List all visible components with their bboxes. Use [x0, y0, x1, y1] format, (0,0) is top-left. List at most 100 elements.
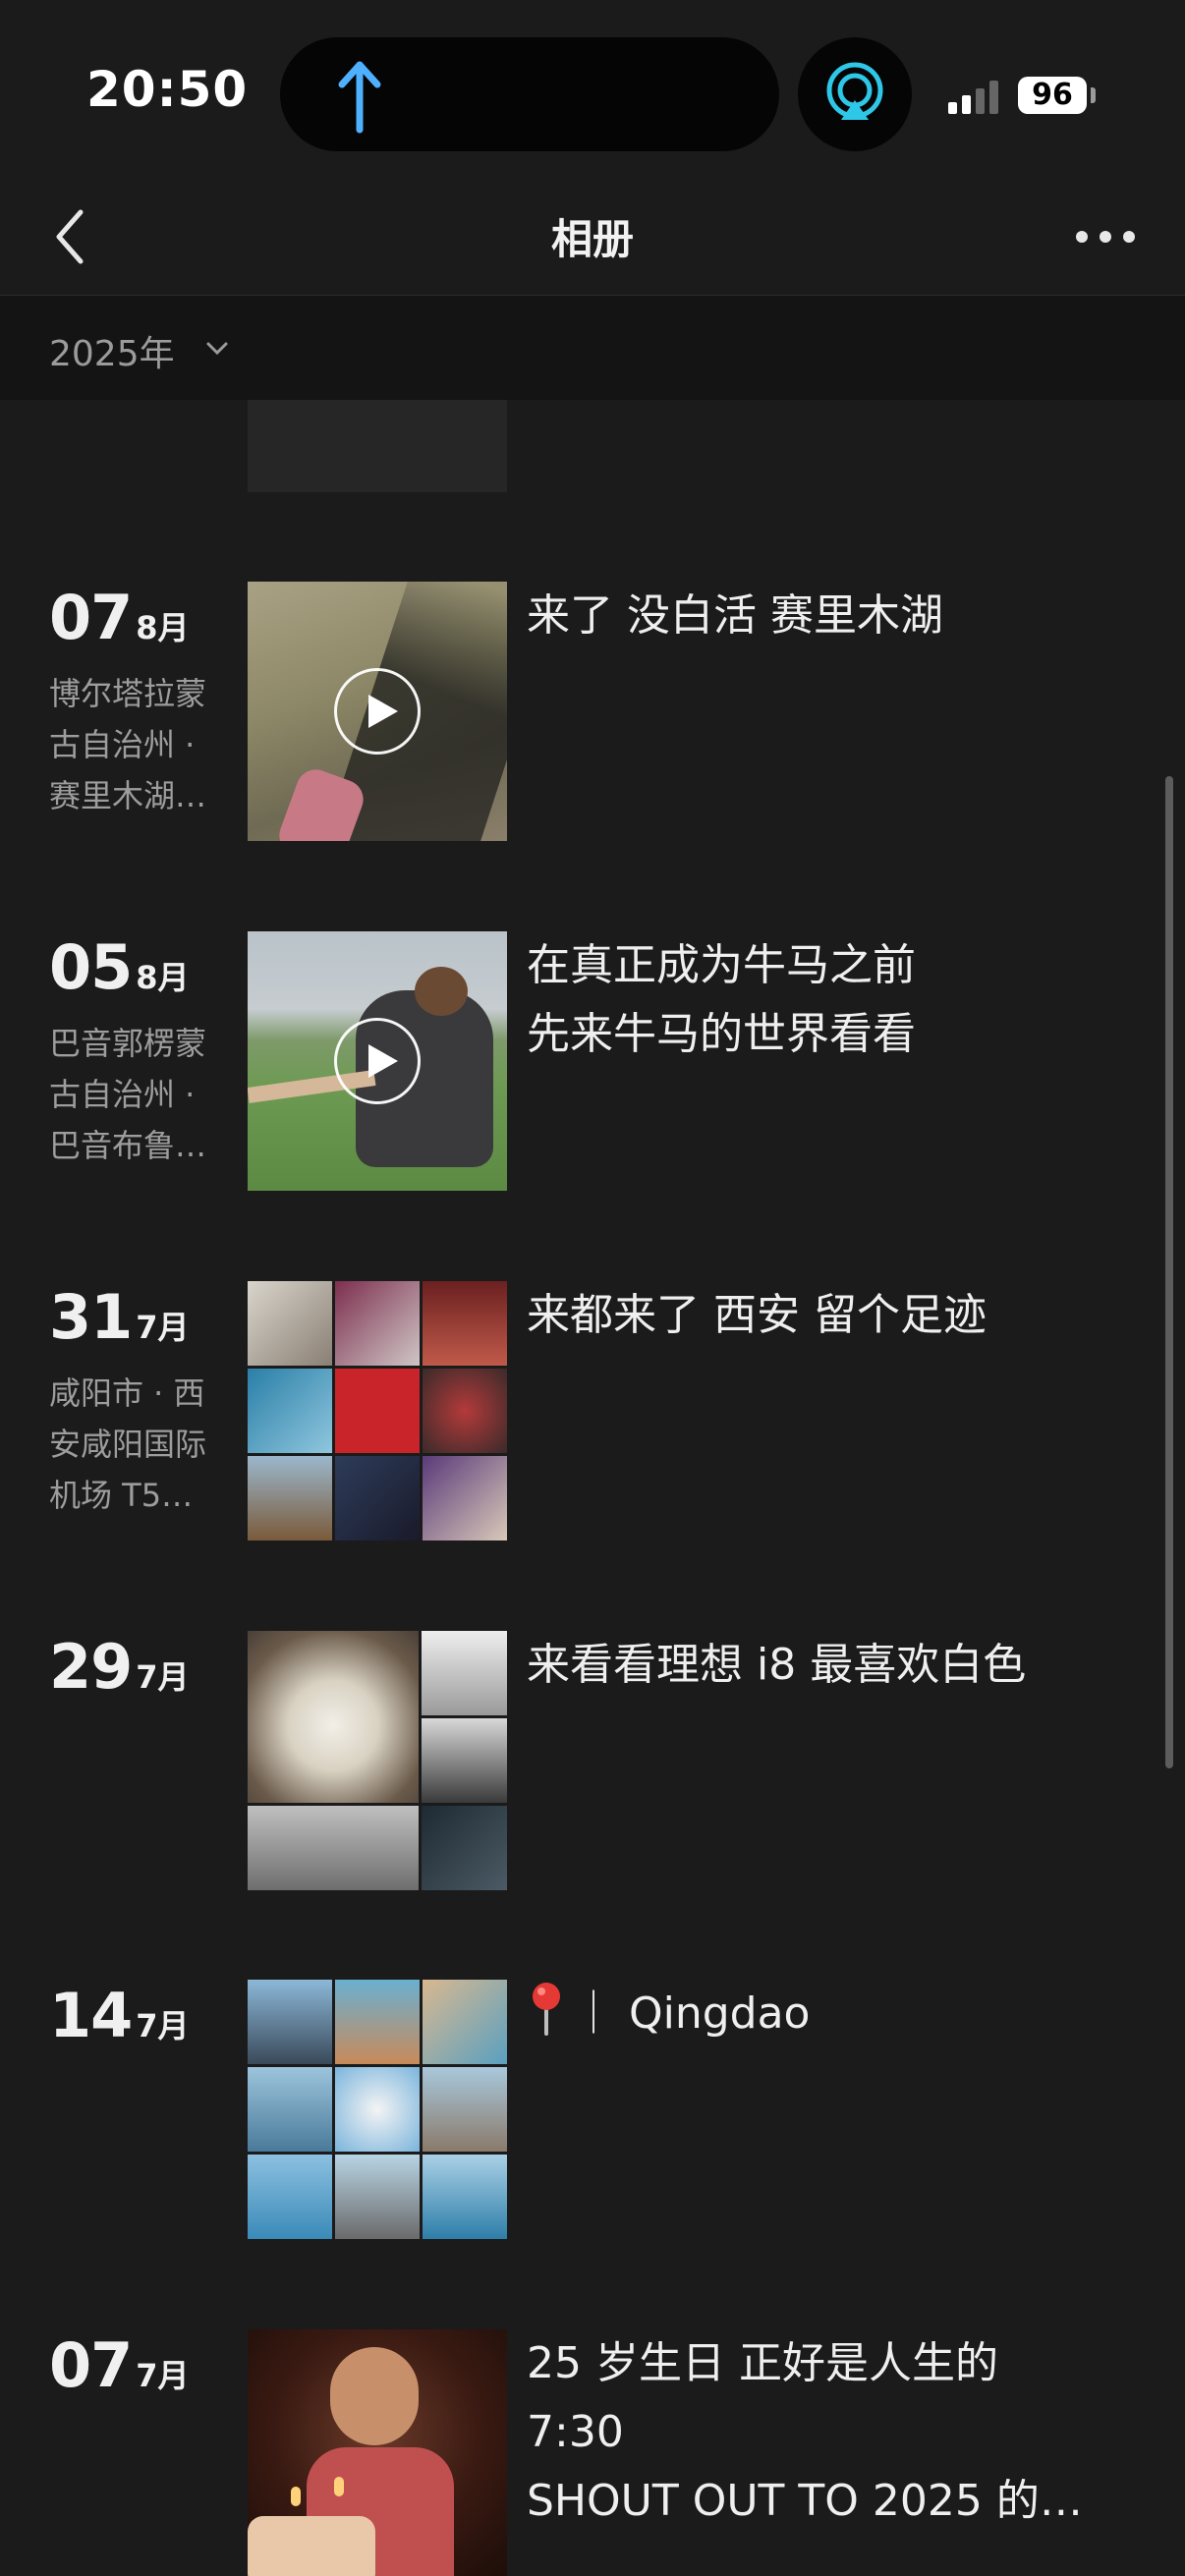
photo-cell — [248, 1369, 332, 1453]
battery-icon: 96 — [1018, 77, 1087, 114]
photo-cell — [423, 1980, 507, 2064]
photo-cell — [248, 1456, 332, 1540]
entry-month: 7月 — [136, 2007, 190, 2044]
photo-cell — [335, 2155, 420, 2239]
caption-line: 在真正成为牛马之前 — [527, 940, 916, 990]
caption-line: 来了 没白活 赛里木湖 — [527, 590, 943, 641]
entry-caption: 来都来了 西安 留个足迹 — [527, 1281, 1156, 1350]
location-line: 博尔塔拉蒙 — [49, 675, 207, 712]
photo-cell — [335, 1281, 420, 1366]
photo-cell — [248, 1806, 419, 1890]
photo-cell — [248, 1631, 419, 1803]
photo-cell — [423, 2067, 507, 2152]
album-entry[interactable]: 07 8月 博尔塔拉蒙 古自治州 · 赛里木湖… 来了 没白活 赛里木湖 — [0, 582, 1185, 876]
album-entry[interactable]: 05 8月 巴音郭楞蒙 古自治州 · 巴音布鲁… 在真正成为牛马之前 先来牛马的世… — [0, 931, 1185, 1226]
caption-line: ｜ Qingdao — [572, 1988, 811, 2039]
entry-caption: 来了 没白活 赛里木湖 — [527, 582, 1156, 650]
signal-icon — [948, 81, 998, 114]
entry-day: 07 — [49, 582, 133, 653]
photo-cell — [335, 1369, 420, 1453]
location-line: 古自治州 · — [49, 1076, 196, 1113]
photo-cell — [248, 1980, 332, 2064]
entry-location: 博尔塔拉蒙 古自治州 · 赛里木湖… — [49, 668, 236, 821]
photo-grid[interactable] — [248, 1281, 507, 1540]
location-line: 安咸阳国际 — [49, 1426, 207, 1463]
location-line: 巴音布鲁… — [49, 1127, 207, 1164]
year-filter[interactable]: 2025年 — [0, 296, 1185, 400]
photo-cell — [423, 1281, 507, 1366]
album-entry[interactable]: 31 7月 咸阳市 · 西 安咸阳国际 机场 T5… 来都来了 西安 留个足迹 — [0, 1281, 1185, 1576]
nav-bar: 相册 — [0, 177, 1185, 296]
photo-cell — [422, 1718, 507, 1803]
entry-caption: ｜ Qingdao — [527, 1980, 1156, 2048]
entry-date: 31 7月 — [49, 1281, 190, 1353]
upload-arrow-icon — [338, 61, 381, 134]
photo-cell — [248, 1281, 332, 1366]
airplay-island — [798, 37, 912, 151]
caption-line: 来都来了 西安 留个足迹 — [527, 1290, 987, 1340]
caption-line: 先来牛马的世界看看 — [527, 1009, 916, 1059]
location-line: 咸阳市 · 西 — [49, 1374, 205, 1412]
play-icon — [334, 1018, 421, 1104]
photo-cell — [335, 2067, 420, 2152]
photo-grid[interactable] — [248, 1980, 507, 2239]
entry-date: 07 8月 — [49, 582, 190, 653]
airplay-icon — [826, 62, 883, 120]
location-line: 机场 T5… — [49, 1477, 194, 1514]
album-entry[interactable]: 29 7月 来看看理想 i8 最喜欢白色 — [0, 1631, 1185, 1926]
album-entry[interactable]: 14 7月 ｜ Qingdao — [0, 1980, 1185, 2274]
entry-month: 8月 — [136, 959, 190, 996]
caption-line: SHOUT OUT TO 2025 的… — [527, 2476, 1083, 2526]
play-icon — [334, 668, 421, 755]
photo-cell — [335, 1456, 420, 1540]
entry-date: 05 8月 — [49, 931, 190, 1003]
entry-month: 8月 — [136, 609, 190, 646]
entry-day: 14 — [49, 1980, 133, 2051]
entry-caption: 在真正成为牛马之前 先来牛马的世界看看 — [527, 931, 1156, 1069]
entry-month: 7月 — [136, 1309, 190, 1346]
photo-cell — [422, 1806, 507, 1890]
entry-month: 7月 — [136, 1658, 190, 1696]
entry-day: 05 — [49, 931, 133, 1003]
entry-day: 07 — [49, 2329, 133, 2401]
scrollbar[interactable] — [1165, 776, 1173, 1768]
video-thumbnail[interactable] — [248, 582, 507, 841]
status-time: 20:50 — [86, 61, 249, 118]
caption-line: 7:30 — [527, 2407, 624, 2457]
caption-line: 来看看理想 i8 最喜欢白色 — [527, 1640, 1027, 1690]
entry-caption: 来看看理想 i8 最喜欢白色 — [527, 1631, 1156, 1700]
album-feed: 07 8月 博尔塔拉蒙 古自治州 · 赛里木湖… 来了 没白活 赛里木湖 05 8月… — [0, 400, 1185, 2576]
location-line: 巴音郭楞蒙 — [49, 1025, 207, 1062]
entry-date: 14 7月 — [49, 1980, 190, 2051]
media-thumbnail[interactable] — [248, 400, 507, 492]
more-dots-icon[interactable] — [1071, 214, 1140, 259]
photo-cell — [422, 1631, 507, 1715]
entry-month: 7月 — [136, 2357, 190, 2394]
status-bar: 20:50 96 — [0, 0, 1185, 177]
caption-line: 25 岁生日 正好是人生的 — [527, 2338, 998, 2388]
page-title: 相册 — [550, 215, 634, 263]
pin-icon — [533, 1983, 560, 2036]
album-entry[interactable]: 07 7月 25 岁生日 正好是人生的 7:30 SHOUT OUT TO 202… — [0, 2329, 1185, 2576]
photo-cell — [248, 2155, 332, 2239]
entry-day: 31 — [49, 1281, 133, 1353]
chevron-down-icon[interactable] — [202, 334, 232, 364]
video-thumbnail[interactable] — [248, 931, 507, 1191]
entry-date: 29 7月 — [49, 1631, 190, 1703]
year-filter-label[interactable]: 2025年 — [49, 325, 175, 376]
entry-day: 29 — [49, 1631, 133, 1703]
location-line: 赛里木湖… — [49, 777, 207, 814]
photo-cell — [423, 1369, 507, 1453]
photo-cell — [335, 1980, 420, 2064]
photo-thumbnail[interactable] — [248, 2329, 507, 2576]
location-line: 古自治州 · — [49, 726, 196, 763]
photo-cell — [248, 2067, 332, 2152]
photo-cell — [423, 1456, 507, 1540]
entry-location: 咸阳市 · 西 安咸阳国际 机场 T5… — [49, 1368, 236, 1521]
entry-caption: 25 岁生日 正好是人生的 7:30 SHOUT OUT TO 2025 的… — [527, 2329, 1156, 2536]
photo-grid[interactable] — [248, 1631, 507, 1890]
entry-location: 巴音郭楞蒙 古自治州 · 巴音布鲁… — [49, 1018, 236, 1171]
battery-cap — [1091, 87, 1096, 103]
entry-date: 07 7月 — [49, 2329, 190, 2401]
photo-cell — [423, 2155, 507, 2239]
